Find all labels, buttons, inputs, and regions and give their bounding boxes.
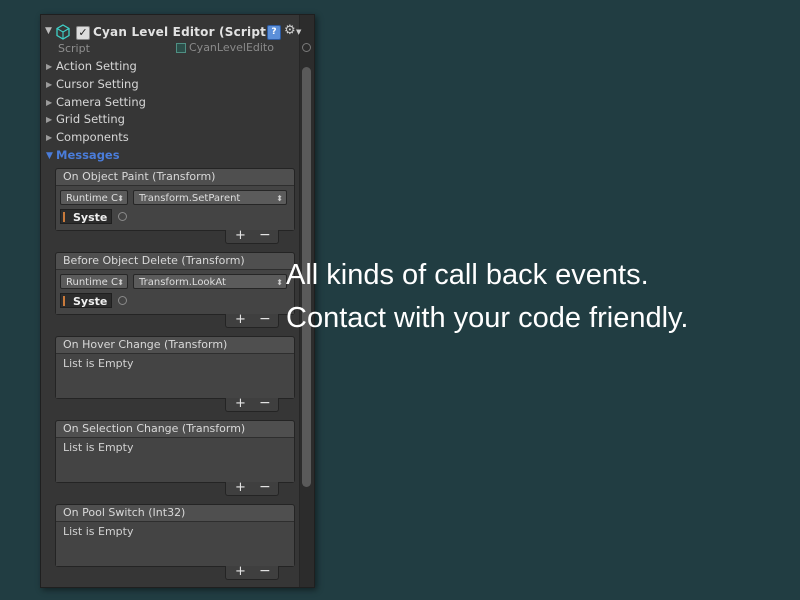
object-picker-icon[interactable] bbox=[302, 43, 311, 52]
foldout-label: Cursor Setting bbox=[56, 77, 139, 91]
script-object-field: CyanLevelEdito bbox=[176, 41, 280, 56]
foldout-arrow-icon: ▼ bbox=[46, 151, 53, 161]
foldout-messages[interactable]: ▼ Messages bbox=[46, 148, 120, 164]
list-footer: + − bbox=[225, 311, 279, 328]
event-title: On Pool Switch (Int32) bbox=[56, 505, 294, 522]
foldout-grid-setting[interactable]: ▶ Grid Setting bbox=[46, 112, 125, 128]
remove-button[interactable]: − bbox=[259, 479, 271, 495]
inspector-panel: ▼ ✓ Cyan Level Editor (Script) ? ⚙ ▼ Scr… bbox=[40, 14, 315, 588]
foldout-label: Components bbox=[56, 130, 129, 144]
gear-dropdown-icon[interactable]: ▼ bbox=[296, 28, 301, 36]
foldout-camera-setting[interactable]: ▶ Camera Setting bbox=[46, 95, 146, 111]
promo-caption: All kinds of call back events. Contact w… bbox=[286, 254, 688, 340]
enabled-checkbox[interactable]: ✓ bbox=[76, 26, 90, 40]
event-body: List is Empty bbox=[56, 438, 294, 482]
foldout-label: Messages bbox=[56, 148, 120, 162]
function-dropdown-value: Transform.LookAt bbox=[139, 277, 226, 288]
event-on-selection-change: On Selection Change (Transform) List is … bbox=[55, 420, 295, 483]
add-button[interactable]: + bbox=[235, 396, 246, 411]
gear-icon[interactable]: ⚙ bbox=[284, 23, 296, 38]
event-before-object-delete: Before Object Delete (Transform) Runtime… bbox=[55, 252, 295, 315]
event-on-pool-switch: On Pool Switch (Int32) List is Empty bbox=[55, 504, 295, 567]
list-footer: + − bbox=[225, 227, 279, 244]
add-button[interactable]: + bbox=[235, 228, 246, 243]
event-title: Before Object Delete (Transform) bbox=[56, 253, 294, 270]
foldout-components[interactable]: ▶ Components bbox=[46, 130, 129, 146]
foldout-label: Grid Setting bbox=[56, 112, 125, 126]
event-on-object-paint: On Object Paint (Transform) Runtime C ⬍ T… bbox=[55, 168, 295, 231]
foldout-arrow-icon: ▶ bbox=[46, 133, 53, 142]
function-dropdown-value: Transform.SetParent bbox=[139, 193, 241, 204]
help-book-icon[interactable]: ? bbox=[267, 25, 281, 40]
script-label: Script bbox=[58, 42, 90, 55]
object-picker-icon[interactable] bbox=[118, 212, 127, 221]
function-dropdown[interactable]: Transform.SetParent ⬍ bbox=[133, 190, 287, 205]
list-footer: + − bbox=[225, 395, 279, 412]
event-title: On Object Paint (Transform) bbox=[56, 169, 294, 186]
remove-button[interactable]: − bbox=[259, 395, 271, 411]
object-icon bbox=[63, 212, 72, 222]
event-body: List is Empty bbox=[56, 354, 294, 398]
foldout-label: Action Setting bbox=[56, 59, 137, 73]
script-row: Script CyanLevelEdito bbox=[58, 41, 311, 57]
event-on-hover-change: On Hover Change (Transform) List is Empt… bbox=[55, 336, 295, 399]
function-dropdown[interactable]: Transform.LookAt ⬍ bbox=[133, 274, 287, 289]
add-button[interactable]: + bbox=[235, 480, 246, 495]
object-icon bbox=[63, 296, 72, 306]
event-title: On Hover Change (Transform) bbox=[56, 337, 294, 354]
list-empty-text: List is Empty bbox=[63, 441, 134, 454]
caption-line-1: All kinds of call back events. bbox=[286, 259, 649, 291]
object-picker-icon[interactable] bbox=[118, 296, 127, 305]
event-body: Runtime C ⬍ Transform.SetParent ⬍ Syste bbox=[56, 186, 294, 230]
foldout-arrow-icon: ▶ bbox=[46, 80, 53, 89]
target-object-value: Syste bbox=[73, 211, 108, 224]
collapse-arrow-icon[interactable]: ▼ bbox=[45, 26, 52, 36]
target-object-field[interactable]: Syste bbox=[60, 209, 112, 224]
dropdown-arrows-icon: ⬍ bbox=[276, 194, 283, 203]
foldout-arrow-icon: ▶ bbox=[46, 62, 53, 71]
remove-button[interactable]: − bbox=[259, 311, 271, 327]
dropdown-arrows-icon: ⬍ bbox=[117, 194, 124, 203]
add-button[interactable]: + bbox=[235, 564, 246, 579]
runtime-dropdown-value: Runtime C bbox=[66, 277, 118, 288]
foldout-arrow-icon: ▶ bbox=[46, 98, 53, 107]
runtime-dropdown-value: Runtime C bbox=[66, 193, 118, 204]
foldout-arrow-icon: ▶ bbox=[46, 115, 53, 124]
list-footer: + − bbox=[225, 479, 279, 496]
event-body: List is Empty bbox=[56, 522, 294, 566]
foldout-cursor-setting[interactable]: ▶ Cursor Setting bbox=[46, 77, 139, 93]
remove-button[interactable]: − bbox=[259, 227, 271, 243]
dropdown-arrows-icon: ⬍ bbox=[117, 278, 124, 287]
remove-button[interactable]: − bbox=[259, 563, 271, 579]
target-object-field[interactable]: Syste bbox=[60, 293, 112, 308]
component-title: Cyan Level Editor (Script) bbox=[93, 25, 272, 39]
target-object-value: Syste bbox=[73, 295, 108, 308]
list-empty-text: List is Empty bbox=[63, 357, 134, 370]
event-body: Runtime C ⬍ Transform.LookAt ⬍ Syste bbox=[56, 270, 294, 314]
add-button[interactable]: + bbox=[235, 312, 246, 327]
script-file-icon bbox=[176, 43, 186, 53]
dropdown-arrows-icon: ⬍ bbox=[276, 278, 283, 287]
foldout-action-setting[interactable]: ▶ Action Setting bbox=[46, 59, 137, 75]
component-header[interactable]: ▼ ✓ Cyan Level Editor (Script) ? ⚙ ▼ bbox=[45, 23, 301, 42]
list-empty-text: List is Empty bbox=[63, 525, 134, 538]
foldout-label: Camera Setting bbox=[56, 95, 146, 109]
runtime-dropdown[interactable]: Runtime C ⬍ bbox=[60, 274, 128, 289]
script-value: CyanLevelEdito bbox=[189, 41, 274, 54]
event-title: On Selection Change (Transform) bbox=[56, 421, 294, 438]
caption-line-2: Contact with your code friendly. bbox=[286, 302, 689, 334]
list-footer: + − bbox=[225, 563, 279, 580]
script-cube-icon bbox=[56, 24, 70, 40]
runtime-dropdown[interactable]: Runtime C ⬍ bbox=[60, 190, 128, 205]
